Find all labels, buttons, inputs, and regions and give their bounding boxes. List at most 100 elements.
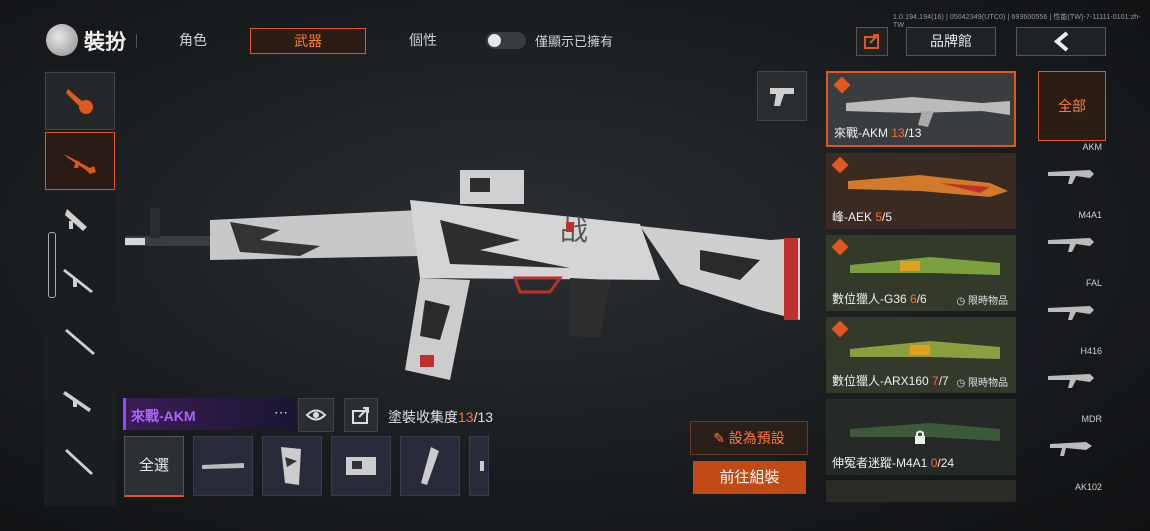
tab-weapons[interactable]: 武器 [250,28,366,54]
skin-label: 峰-AEK 5/5 [832,208,892,225]
collection-have: 13 [458,409,474,425]
toggle-knob [488,34,501,47]
category-lmg[interactable] [45,432,113,488]
preview-button[interactable] [298,398,334,432]
stock-attachment-icon [281,447,301,485]
filter-weapon-item[interactable]: H416 [1038,346,1104,414]
limited-label: 限時物品 [968,378,1008,389]
top-bar: 裝扮 角色 武器 個性 僅顯示已擁有 1.0.194.194(16) | 050… [0,0,1150,62]
clock-icon: ◷ [956,378,966,389]
marksman-rifle-icon [63,391,91,412]
optic-attachment-icon [346,457,376,475]
chevron-left-icon [1053,31,1069,52]
brush-icon: ✎ [713,430,725,446]
skin-thumbnail [850,257,1000,275]
skin-label: 來戰-AKM 13/13 [834,124,921,141]
collection-progress: 塗裝收集度13/13 [388,407,493,427]
skin-count: 6 [910,292,917,306]
shotgun-icon [63,269,93,293]
collection-label: 塗裝收集度 [388,409,458,425]
slot-stock[interactable] [262,436,322,496]
tab-character[interactable]: 角色 [160,28,226,52]
collection-total: /13 [473,409,494,425]
skin-card[interactable]: 伸冤者迷蹤-M4A1 0/24 [826,399,1016,475]
page-title: 裝扮 [84,31,126,54]
divider [136,34,137,48]
filter-weapon-item[interactable]: M4A1 [1038,210,1104,278]
skin-card[interactable]: 數位獵人-ARX160 7/7 ◷ 限時物品 [826,317,1016,393]
slot-magazine[interactable] [469,436,489,496]
smg-icon [65,209,87,231]
rifle-icon [1050,442,1092,456]
skin-thumbnail [846,97,1010,127]
filter-weapon-item[interactable]: AK102 [1038,482,1104,506]
rifle-icon [1048,374,1094,388]
magazine-attachment-icon [480,461,484,471]
skin-card[interactable]: 峰-AEK 5/5 [826,153,1016,229]
limited-item-badge: ◷ 限時物品 [956,292,1008,307]
category-assault-rifle[interactable] [45,132,115,190]
share-button[interactable] [856,27,888,56]
set-preset-button[interactable]: ✎ 設為預設 [690,421,808,455]
limited-label: 限時物品 [968,296,1008,307]
clock-icon: ◷ [956,296,966,307]
skin-name: 數位獵人-ARX160 [832,374,933,388]
skin-label: 數位獵人-ARX160 7/7 [832,372,949,389]
skin-total: /13 [904,126,922,140]
skin-thumbnail [848,175,1008,197]
skin-total: /6 [916,292,927,306]
lock-icon [915,430,925,444]
set-preset-label: 設為預設 [728,430,785,446]
skin-name: 峰-AEK [832,210,876,224]
rifle-icon [1048,238,1094,252]
filter-weapon-name: AKM [1082,142,1102,152]
filter-weapon-item[interactable]: AKM [1038,142,1104,210]
weapon-view-button[interactable] [757,71,807,121]
muzzle-attachment-icon [421,447,439,485]
eye-icon [305,409,327,421]
skin-name: 伸冤者迷蹤-M4A1 [832,456,931,470]
brand-hall-button[interactable]: 品牌館 [906,27,996,56]
rifle-icon [1048,170,1094,184]
filter-weapon-name: FAL [1085,278,1102,288]
go-assemble-button[interactable]: 前往組裝 [693,461,806,494]
back-button[interactable] [1016,27,1106,56]
skin-label: 數位獵人-G36 6/6 [832,290,927,307]
skin-card[interactable]: 數位獵人-G36 6/6 ◷ 限時物品 [826,235,1016,311]
tab-personality[interactable]: 個性 [390,28,456,52]
more-options-icon[interactable]: ⋯ [274,404,288,421]
share-weapon-button[interactable] [344,398,378,432]
filter-weapon-name: H416 [1080,346,1102,356]
category-shotgun[interactable] [45,252,113,308]
category-sniper-rifle[interactable] [45,312,113,368]
slot-weapon[interactable] [193,436,253,496]
sniper-rifle-icon [65,329,95,355]
filter-all-button[interactable]: 全部 [1038,71,1106,141]
category-marksman-rifle[interactable] [45,372,113,428]
skin-card[interactable] [826,480,1016,502]
rifle-icon [1048,306,1094,320]
weapon-preview[interactable]: 战 [120,160,810,390]
slot-muzzle[interactable] [400,436,460,496]
lmg-icon [65,449,93,475]
weapon-slot-icon [202,463,244,469]
skin-thumbnail [850,341,1000,359]
skin-total: /24 [937,456,955,470]
skin-name: 來戰-AKM [834,126,892,140]
skin-label: 伸冤者迷蹤-M4A1 0/24 [832,454,954,471]
skin-card[interactable]: 來戰-AKM 13/13 [826,71,1016,147]
slot-optic[interactable] [331,436,391,496]
select-all-button[interactable]: 全選 [124,436,184,497]
filter-weapon-item[interactable]: FAL [1038,278,1104,346]
globe-logo-icon [46,24,78,56]
filter-weapon-item[interactable]: MDR [1038,414,1104,482]
weapon-name: 來戰-AKM [131,408,196,424]
svg-text:战: 战 [560,215,588,246]
pistol-icon [770,88,794,106]
skin-total: /5 [882,210,893,224]
skin-name: 數位獵人-G36 [832,292,911,306]
category-spray-paint[interactable] [45,72,115,130]
skin-total: /7 [938,374,949,388]
owned-only-toggle[interactable] [486,32,526,49]
skin-count: 13 [891,126,905,140]
